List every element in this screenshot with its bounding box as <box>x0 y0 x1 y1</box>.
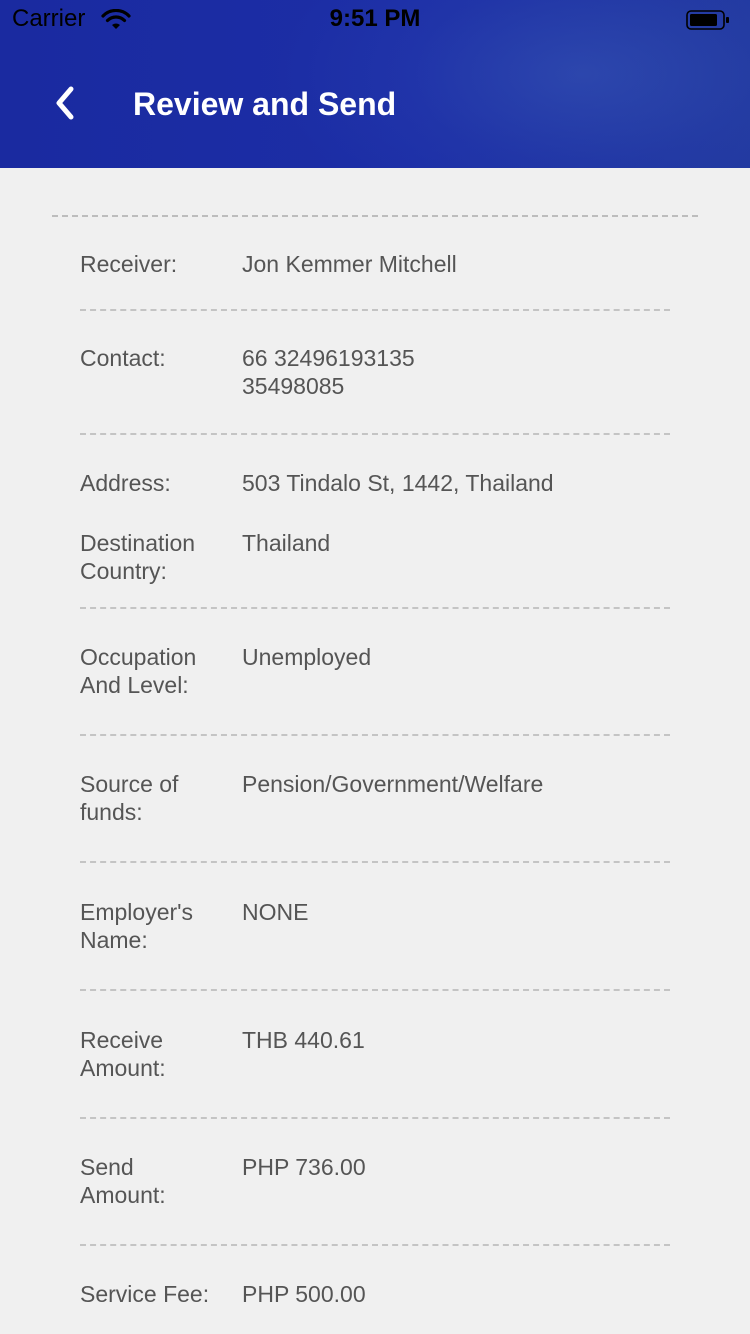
contact-value: 66 32496193135 35498085 <box>242 344 672 400</box>
address-label: Address: <box>80 470 171 496</box>
back-button[interactable] <box>44 80 86 126</box>
send-amount-value: PHP 736.00 <box>242 1154 366 1180</box>
label-line: Destination <box>80 530 196 556</box>
page-title: Review and Send <box>133 86 397 122</box>
contact-value-line: 35498085 <box>242 373 345 399</box>
destination-country-label: Destination Country: <box>80 529 230 585</box>
label-line: Occupation <box>80 644 197 670</box>
receiver-value: Jon Kemmer Mitchell <box>242 251 457 277</box>
destination-country-value: Thailand <box>242 530 331 556</box>
status-bar: Carrier 9:51 PM <box>0 0 750 40</box>
divider <box>80 1117 670 1119</box>
clock: 9:51 PM <box>329 5 421 32</box>
divider <box>52 215 698 217</box>
label-line: funds: <box>80 799 143 825</box>
employer-name-value: NONE <box>242 899 309 925</box>
label-line: Source of <box>80 771 179 797</box>
receive-amount-label: Receive Amount: <box>80 1026 230 1082</box>
chevron-left-icon <box>56 86 74 120</box>
receiver-label: Receiver: <box>80 251 178 277</box>
label-line: Receive <box>80 1027 164 1053</box>
label-line: Country: <box>80 558 167 584</box>
divider <box>80 989 670 991</box>
occupation-value: Unemployed <box>242 644 372 670</box>
label-line: Employer's <box>80 899 194 925</box>
employer-name-label: Employer's Name: <box>80 898 230 954</box>
divider <box>80 607 670 609</box>
divider <box>80 433 670 435</box>
send-amount-label: Send Amount: <box>80 1153 230 1209</box>
label-line: And Level: <box>80 672 189 698</box>
receive-amount-value: THB 440.61 <box>242 1027 365 1053</box>
contact-value-line: 66 32496193135 <box>242 345 415 371</box>
battery-icon <box>686 10 729 30</box>
divider <box>80 309 670 311</box>
header-bar: Carrier 9:51 PM Review and Send <box>0 0 750 168</box>
service-fee-label: Service Fee: <box>80 1281 210 1307</box>
contact-label: Contact: <box>80 345 166 371</box>
divider <box>80 734 670 736</box>
source-of-funds-value: Pension/Government/Welfare <box>242 771 544 797</box>
label-line: Amount: <box>80 1055 166 1081</box>
divider <box>80 861 670 863</box>
divider <box>80 1244 670 1246</box>
service-fee-value: PHP 500.00 <box>242 1281 366 1307</box>
label-line: Amount: <box>80 1182 166 1208</box>
address-value: 503 Tindalo St, 1442, Thailand <box>242 470 554 496</box>
navigation-bar: Review and Send <box>0 60 750 148</box>
occupation-label: Occupation And Level: <box>80 643 230 699</box>
source-of-funds-label: Source of funds: <box>80 770 230 826</box>
label-line: Send <box>80 1154 134 1180</box>
label-line: Name: <box>80 927 148 953</box>
